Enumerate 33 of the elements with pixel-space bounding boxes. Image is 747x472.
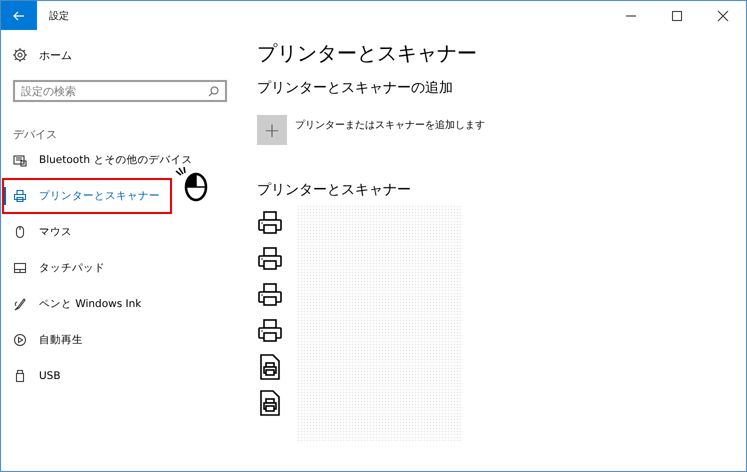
mouse-cursor-drawing xyxy=(174,166,210,202)
printer-icon xyxy=(13,189,27,203)
section-heading: デバイス xyxy=(13,127,58,142)
printer-icon[interactable] xyxy=(257,282,283,308)
printer-icon[interactable] xyxy=(257,210,283,236)
document-printer-icon[interactable] xyxy=(257,354,283,380)
usb-icon xyxy=(13,369,27,383)
sidebar-item[interactable]: 自動再生 xyxy=(1,322,241,358)
gear-icon xyxy=(13,48,27,62)
printer-icon[interactable] xyxy=(257,246,283,272)
mouse-icon xyxy=(13,225,27,239)
add-device-button[interactable]: + xyxy=(257,115,287,145)
play-circle-icon xyxy=(13,333,27,347)
home-link[interactable]: ホーム xyxy=(13,45,241,65)
sidebar-item[interactable]: Bluetooth とその他のデバイス xyxy=(1,142,241,178)
keyboard-icon xyxy=(13,153,27,167)
pen-icon xyxy=(13,297,27,311)
page-title: プリンターとスキャナー xyxy=(257,40,478,67)
document-printer-icon[interactable] xyxy=(257,390,283,416)
sidebar-item[interactable]: タッチパッド xyxy=(1,250,241,286)
back-arrow-icon xyxy=(13,10,25,20)
search-field[interactable]: 設定の検索 xyxy=(13,80,227,102)
sidebar-item[interactable]: USB xyxy=(1,358,241,394)
search-icon xyxy=(208,86,219,97)
sidebar-item[interactable]: ペンと Windows Ink xyxy=(1,286,241,322)
section-heading: プリンターとスキャナーの追加 xyxy=(257,79,454,97)
add-device-label: プリンターまたはスキャナーを追加します xyxy=(295,118,485,132)
sidebar-item[interactable]: プリンターとスキャナー xyxy=(2,178,172,214)
sidebar-item[interactable]: マウス xyxy=(1,214,241,250)
touchpad-icon xyxy=(13,261,27,275)
section-heading: プリンターとスキャナー xyxy=(257,181,412,199)
printer-icon[interactable] xyxy=(257,318,283,344)
window-title: 設定 xyxy=(49,10,70,22)
